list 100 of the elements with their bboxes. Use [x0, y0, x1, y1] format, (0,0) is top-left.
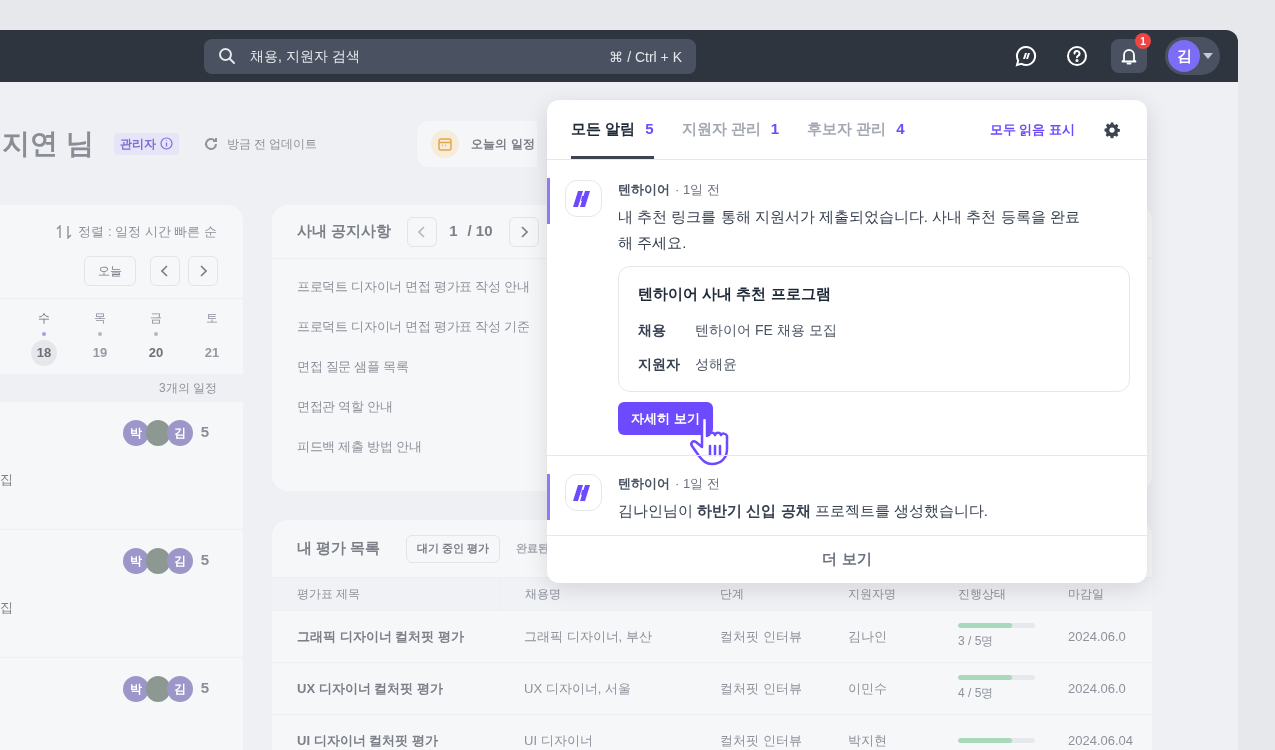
schedule-title: 집 — [0, 598, 13, 617]
notice-link[interactable]: 프로덕트 디자이너 면접 평가표 작성 기준 — [297, 316, 530, 337]
schedule-title: 집 — [0, 470, 13, 489]
member-avatar: 박 — [122, 547, 149, 574]
load-more-button[interactable]: 더 보기 — [547, 535, 1147, 583]
member-avatar: 김 — [166, 675, 193, 702]
photo-placeholder — [145, 547, 170, 574]
member-count: 5 — [200, 422, 209, 443]
notification-count-badge: 1 — [1135, 33, 1151, 49]
info-icon — [159, 137, 173, 150]
settings-icon[interactable] — [1103, 120, 1121, 139]
member-avatar: 김 — [166, 419, 193, 446]
bell-icon — [1120, 47, 1138, 65]
evaluation-tab[interactable]: 대기 중인 평가 — [406, 534, 501, 563]
table-cell-text: 그래픽 디자이너, 부산 — [523, 627, 653, 646]
field-value: 텐하이어 FE 채용 모집 — [695, 320, 837, 340]
member-avatar: 김 — [166, 547, 193, 574]
chevron-left-icon — [418, 225, 427, 238]
chevron-right-icon — [199, 264, 207, 277]
table-cell-text: 2024.06.04 — [1067, 731, 1133, 750]
column-header: 마감일 — [1067, 586, 1105, 603]
member-avatar: 박 — [122, 419, 149, 446]
notification-message: 김나인님이 하반기 신입 공채 프로젝트를 생성했습니다. — [618, 500, 990, 521]
column-header: 지원자명 — [847, 586, 897, 603]
table-cell-text: 2024.06.0 — [1067, 627, 1127, 646]
chat-icon[interactable] — [1014, 44, 1038, 68]
mark-all-read-link[interactable]: 모두 읽음 표시 — [989, 100, 1075, 159]
field-label: 지원자 — [638, 354, 681, 374]
notification-tab[interactable]: 후보자 관리 4 — [807, 100, 905, 159]
table-cell-text: UI 디자이너 — [523, 731, 594, 750]
today-button[interactable]: 오늘 — [84, 255, 136, 286]
table-cell-text: UI 디자이너 컬처핏 평가 — [296, 731, 439, 750]
notification-tab[interactable]: 지원자 관리 1 — [681, 100, 780, 159]
schedule-count: 3개의 일정 — [159, 379, 217, 397]
notification-button[interactable] — [1111, 39, 1147, 73]
notification-tab[interactable]: 모든 알림 5 — [571, 100, 654, 159]
field-label: 채용 — [638, 320, 667, 340]
schedule-item[interactable]: 박 김 5 집 — [0, 401, 243, 530]
evaluation-row[interactable]: UI 디자이너 컬처핏 평가 UI 디자이너 컬처핏 인터뷰 박지현 2024.06.04 — [272, 715, 1152, 750]
chevron-right-icon — [519, 225, 528, 238]
photo-placeholder — [145, 675, 170, 702]
table-cell-text: 이민수 — [847, 679, 888, 698]
today-schedule-label: 오늘의 일정 — [471, 135, 535, 153]
table-cell-text: UX 디자이너 컬처핏 평가 — [296, 679, 444, 698]
progress-count: 4 / 5명 — [958, 685, 995, 702]
role-label: 관리자 — [119, 135, 156, 153]
sort-icon — [56, 224, 73, 239]
column-header: 진행상태 — [957, 586, 1007, 603]
table-cell-text: UX 디자이너, 서울 — [523, 679, 632, 698]
logo-icon — [565, 474, 602, 511]
user-avatar: 김 — [1168, 40, 1200, 72]
search-icon — [218, 46, 236, 65]
sort-button[interactable]: 정렬 : 일정 시간 빠른 순 — [78, 222, 217, 242]
today-schedule-card[interactable]: 오늘의 일정 — [417, 120, 538, 167]
table-cell-text: 컬처핏 인터뷰 — [719, 627, 803, 646]
notice-link[interactable]: 면접관 역할 안내 — [297, 396, 393, 417]
caret-icon — [1203, 53, 1213, 59]
notice-link[interactable]: 피드백 제출 방법 안내 — [297, 436, 422, 457]
shortcut-hint: ⌘ / Ctrl + K — [609, 47, 682, 67]
logo-icon — [565, 180, 602, 217]
table-cell-text: 그래픽 디자이너 컬처핏 평가 — [296, 627, 465, 646]
schedule-item[interactable]: 박 김 5 — [0, 657, 243, 750]
page-current: 1 — [449, 221, 458, 242]
table-cell-text: 박지현 — [847, 731, 888, 750]
sender-name: 텐하이어 — [618, 181, 670, 199]
table-cell-text: 컬처핏 인터뷰 — [719, 679, 803, 698]
sender-name: 텐하이어 — [618, 475, 670, 493]
notification-message: 내 추천 링크를 통해 지원서가 제출되었습니다. 사내 추천 등록을 완료해 주세요. — [618, 206, 1081, 253]
calendar-day[interactable]: 수 18 — [16, 308, 72, 366]
refresh-icon — [202, 135, 219, 152]
view-details-button[interactable]: 자세히 보기 — [618, 402, 713, 435]
calendar-icon — [431, 129, 460, 158]
field-value: 성해윤 — [695, 354, 737, 374]
table-cell-text: 2024.06.0 — [1067, 679, 1127, 698]
photo-placeholder — [145, 419, 170, 446]
refresh-button[interactable]: 방금 전 업데이트 — [202, 134, 318, 153]
profile-menu-button[interactable]: 김 — [1165, 37, 1220, 75]
member-avatar: 박 — [122, 675, 149, 702]
program-title: 텐하이어 사내 추천 프로그램 — [638, 283, 832, 304]
calendar-day[interactable]: 토 21 — [184, 308, 240, 366]
member-count: 5 — [200, 678, 209, 699]
member-count: 5 — [200, 550, 209, 571]
evaluation-row[interactable]: UX 디자이너 컬처핏 평가 UX 디자이너, 서울 컬처핏 인터뷰 이민수 4 / 5명 2024.06.0 — [272, 663, 1152, 715]
calendar-day[interactable]: 목 19 — [72, 308, 128, 366]
schedule-item[interactable]: 박 김 5 집 — [0, 529, 243, 658]
calendar-day[interactable]: 금 20 — [128, 308, 184, 366]
table-cell-text: 김나인 — [847, 627, 888, 646]
help-icon[interactable] — [1066, 45, 1088, 67]
notification-item[interactable]: 텐하이어 · 1일 전 내 추천 링크를 통해 지원서가 제출되었습니다. 사내 추천 등록을 완료해 주세요. 텐하이어 사내 추천 프로그램 채용 텐하이어 FE 채용 모집 지원자 성해윤 자세히 보기 — [547, 160, 1147, 455]
notification-item[interactable]: 텐하이어 · 1일 전 김나인님이 하반기 신입 공채 프로젝트를 생성했습니다. — [547, 455, 1147, 534]
column-header: 평가표 제목 — [296, 586, 362, 603]
greeting-heading: 지연 님 — [2, 126, 94, 161]
progress-count: 3 / 5명 — [958, 633, 995, 650]
notice-link[interactable]: 면접 질문 샘플 목록 — [297, 356, 409, 377]
evaluation-row[interactable]: 그래픽 디자이너 컬처핏 평가 그래픽 디자이너, 부산 컬처핏 인터뷰 김나인 3 / 5명 2024.06.0 — [272, 611, 1152, 663]
chevron-left-icon — [161, 264, 169, 277]
column-header: 단계 — [719, 586, 745, 603]
page-total: / 10 — [467, 221, 493, 242]
notice-link[interactable]: 프로덕트 디자이너 면접 평가표 작성 안내 — [297, 276, 530, 297]
table-cell-text: 컬처핏 인터뷰 — [719, 731, 803, 750]
